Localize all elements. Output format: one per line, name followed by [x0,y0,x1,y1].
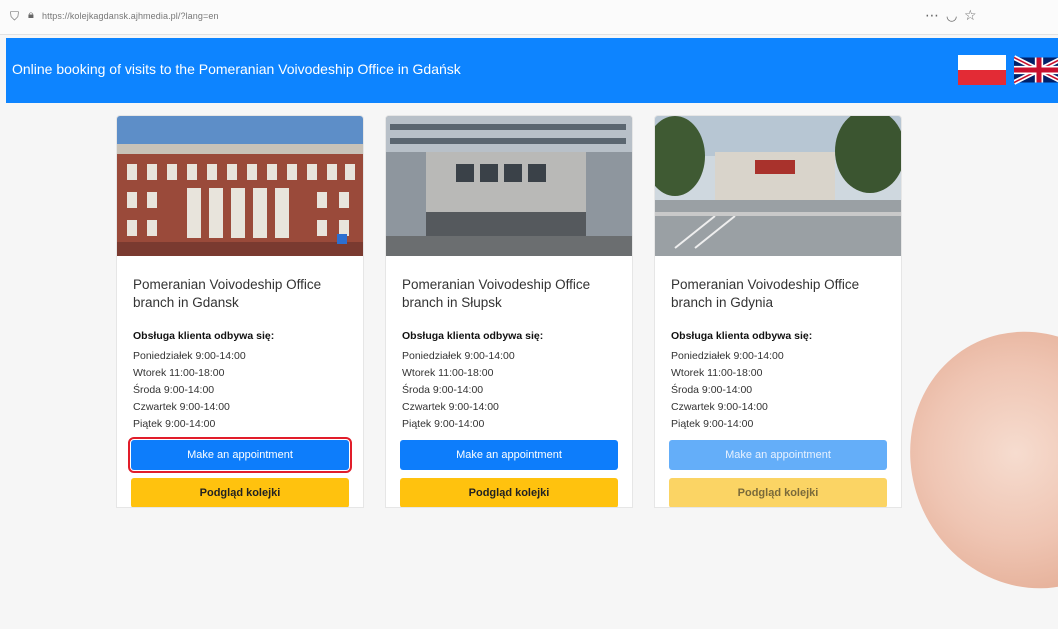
hours-item: Poniedziałek 9:00-14:00 [133,350,246,362]
hours-heading: Obsługa klienta odbywa się: [133,330,275,342]
branch-card-gdansk: Pomeranian Voivodeship Office branch in … [116,115,364,508]
more-icon[interactable]: ⋯ [925,7,939,24]
branch-card-gdynia: Pomeranian Voivodeship Office branch in … [654,115,902,508]
make-appointment-button[interactable]: Make an appointment [400,440,618,470]
shield-icon[interactable]: ⛉ [10,9,19,24]
hours-item: Czwartek 9:00-14:00 [133,401,230,413]
star-icon[interactable]: ☆ [964,7,977,24]
polish-flag[interactable] [958,55,1006,85]
lock-icon[interactable]: 🔒︎ [28,9,34,22]
slupsk-office-photo [386,116,632,256]
hours-item: Wtorek 11:00-18:00 [133,367,225,379]
url-text[interactable]: https://kolejkagdansk.ajhmedia.pl/?lang=… [42,11,219,21]
branch-name: Pomeranian Voivodeship Office branch in … [402,277,591,310]
hours-item: Czwartek 9:00-14:00 [671,401,768,413]
gdynia-office-photo [655,116,901,256]
hours-item: Środa 9:00-14:00 [402,384,484,396]
site-header: Online booking of visits to the Pomerani… [6,38,1058,103]
page-title: Online booking of visits to the Pomerani… [12,61,461,77]
hours-item: Środa 9:00-14:00 [133,384,215,396]
opening-hours-list: Poniedziałek 9:00-14:00 Wtorek 11:00-18:… [402,348,515,433]
queue-preview-button[interactable]: Podgląd kolejki [669,478,887,507]
branch-name: Pomeranian Voivodeship Office branch in … [133,277,322,310]
hours-item: Poniedziałek 9:00-14:00 [671,350,784,362]
hours-item: Wtorek 11:00-18:00 [671,367,763,379]
hours-heading: Obsługa klienta odbywa się: [671,330,813,342]
gdansk-office-photo [117,116,363,256]
branch-card-slupsk: Pomeranian Voivodeship Office branch in … [385,115,633,508]
branch-name: Pomeranian Voivodeship Office branch in … [671,277,860,310]
opening-hours-list: Poniedziałek 9:00-14:00 Wtorek 11:00-18:… [133,348,246,433]
hours-item: Piątek 9:00-14:00 [402,418,485,430]
make-appointment-button[interactable]: Make an appointment [669,440,887,470]
hours-heading: Obsługa klienta odbywa się: [402,330,544,342]
pocket-icon[interactable]: ◡ [946,8,957,24]
queue-preview-button[interactable]: Podgląd kolejki [400,478,618,507]
browser-url-bar[interactable]: ⛉ 🔒︎ https://kolejkagdansk.ajhmedia.pl/?… [0,0,1058,35]
hours-item: Piątek 9:00-14:00 [133,418,216,430]
hours-item: Wtorek 11:00-18:00 [402,367,494,379]
hours-item: Piątek 9:00-14:00 [671,418,754,430]
queue-preview-button[interactable]: Podgląd kolejki [131,478,349,507]
hours-item: Czwartek 9:00-14:00 [402,401,499,413]
uk-flag[interactable] [1014,55,1058,85]
hours-item: Środa 9:00-14:00 [671,384,753,396]
hours-item: Poniedziałek 9:00-14:00 [402,350,515,362]
opening-hours-list: Poniedziałek 9:00-14:00 Wtorek 11:00-18:… [671,348,784,433]
make-appointment-button[interactable]: Make an appointment [128,437,352,473]
